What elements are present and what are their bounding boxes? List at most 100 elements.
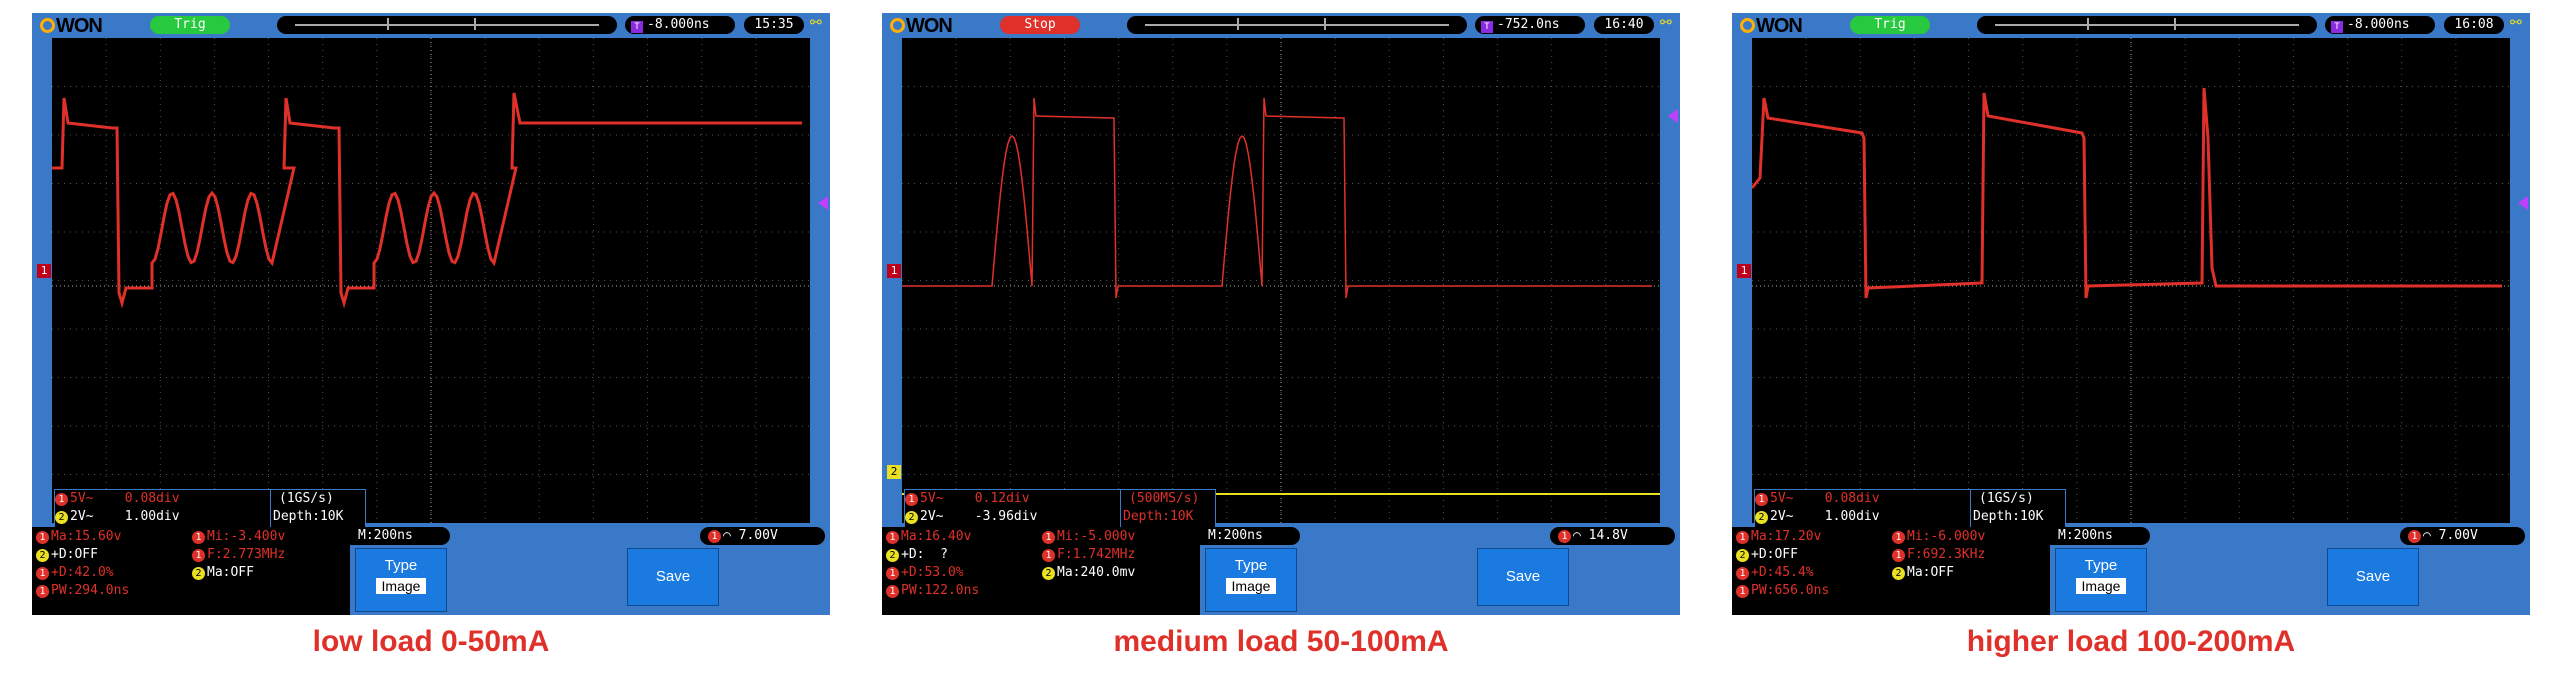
measure-pulse-width-ch1: 1 PW:656.0ns: [1736, 583, 1829, 599]
panel-caption: low load 0-50mA: [312, 625, 550, 658]
ch2-info-row: 2 2V~ -3.96div: [905, 508, 1120, 526]
waveform-grid: [902, 38, 1660, 523]
measurement-panel: 1 Ma:16.40v 1 Mi:-5.000v 2 +D: ? 1 F:1.742MH…: [882, 527, 1200, 615]
waveform-svg: [52, 38, 810, 523]
trigger-level-readout: 1 ⌒ 14.8V: [1550, 527, 1675, 545]
memory-depth: Depth:10K: [273, 509, 344, 524]
ch2-badge-icon: 2: [1755, 511, 1768, 524]
trigger-offset-value: -8.000ns: [2347, 17, 2410, 32]
waveform-svg: [1752, 38, 2510, 523]
clock: 16:40: [1594, 16, 1654, 34]
ch1-level-marker-icon[interactable]: 1: [1737, 264, 1751, 278]
trigger-level-marker-icon[interactable]: [818, 196, 828, 210]
sample-rate: (1GS/s): [279, 491, 334, 506]
trigger-offset-readout: T -8.000ns: [2325, 16, 2435, 34]
ch1-badge-icon: 1: [905, 493, 918, 506]
brand-logo: WON: [890, 15, 953, 38]
rising-edge-icon: ⌒: [2423, 528, 2431, 543]
ch2-info-row: 2 2V~ 1.00div: [1755, 508, 1970, 526]
type-button-value: Image: [375, 578, 427, 594]
timebase-readout: M:200ns: [2050, 527, 2150, 545]
ch1-waveform: [1752, 87, 2502, 299]
acquisition-info: (500MS/s) Depth:10K: [1120, 490, 1213, 528]
measure-max-ch2: 2 Ma:OFF: [1892, 565, 1954, 581]
memory-position-bar[interactable]: [277, 16, 617, 34]
measure-max-ch1: 1 Ma:17.20v: [1736, 529, 1821, 545]
trigger-level-value: 7.00V: [738, 528, 778, 543]
channel-info-box: 1 5V~ 0.08div 2 2V~ 1.00div (1GS/s) Depth:…: [1754, 489, 2066, 529]
measure-duty-ch2: 2 +D:OFF: [1736, 547, 1798, 563]
ch2-level-marker-icon[interactable]: 2: [887, 465, 901, 479]
measure-pulse-width-ch1: 1 PW:122.0ns: [886, 583, 979, 599]
trigger-level-marker-icon[interactable]: [2518, 196, 2528, 210]
trigger-status-badge: Stop: [1000, 16, 1080, 34]
channel-info-box: 1 5V~ 0.08div 2 2V~ 1.00div (1GS/s) Depth:…: [54, 489, 366, 529]
waveform-grid: [52, 38, 810, 523]
usb-icon: ⚯: [810, 15, 822, 31]
trigger-status-badge: Trig: [1850, 16, 1930, 34]
ch1-badge-icon: 1: [1755, 493, 1768, 506]
trigger-level-readout: 1 ⌒ 7.00V: [700, 527, 825, 545]
measure-min-ch1: 1 Mi:-5.000v: [1042, 529, 1135, 545]
save-button[interactable]: Save: [2327, 548, 2419, 606]
sample-rate: (500MS/s): [1129, 491, 1200, 506]
timebase-readout: M:200ns: [350, 527, 450, 545]
measure-freq-ch1: 1 F:692.3KHz: [1892, 547, 1985, 563]
ch1-waveform: [902, 97, 1652, 299]
waveform-svg: [902, 38, 1660, 523]
usb-icon: ⚯: [2510, 15, 2522, 31]
measure-min-ch1: 1 Mi:-3.400v: [192, 529, 285, 545]
measure-max-ch1: 1 Ma:16.40v: [886, 529, 971, 545]
memory-depth: Depth:10K: [1973, 509, 2044, 524]
trigger-offset-value: -8.000ns: [647, 17, 710, 32]
clock: 16:08: [2444, 16, 2504, 34]
ch1-level-marker-icon[interactable]: 1: [37, 264, 51, 278]
oscilloscope-screen: WON Stop T -752.0ns 16:40 ⚯ 1 2 1 5V~ 0.12…: [882, 13, 1680, 615]
top-status-bar: WON Stop T -752.0ns 16:40 ⚯: [882, 13, 1680, 38]
memory-position-bar[interactable]: [1977, 16, 2317, 34]
measure-max-ch1: 1 Ma:15.60v: [36, 529, 121, 545]
type-button[interactable]: Type Image: [355, 548, 447, 612]
rising-edge-icon: ⌒: [1573, 528, 1581, 543]
measure-freq-ch1: 1 F:2.773MHz: [192, 547, 285, 563]
ch2-badge-icon: 2: [905, 511, 918, 524]
measure-duty-ch1: 1 +D:42.0%: [36, 565, 114, 581]
trigger-level-value: 7.00V: [2438, 528, 2478, 543]
trigger-offset-value: -752.0ns: [1497, 17, 1560, 32]
trigger-level-marker-icon[interactable]: [1668, 109, 1678, 123]
top-status-bar: WON Trig T -8.000ns 16:08 ⚯: [1732, 13, 2530, 38]
type-button-value: Image: [2075, 578, 2127, 594]
panel-caption: higher load 100-200mA: [1966, 625, 2296, 658]
trigger-level-value: 14.8V: [1588, 528, 1628, 543]
panel-caption: medium load 50-100mA: [1113, 625, 1449, 658]
memory-position-bar[interactable]: [1127, 16, 1467, 34]
usb-icon: ⚯: [1660, 15, 1672, 31]
ch1-badge-icon: 1: [708, 530, 721, 543]
trigger-level-readout: 1 ⌒ 7.00V: [2400, 527, 2525, 545]
t-marker-icon: T: [1481, 21, 1493, 33]
measure-duty-ch2: 2 +D: ?: [886, 547, 948, 563]
type-button[interactable]: Type Image: [2055, 548, 2147, 612]
type-button-label: Type: [1234, 557, 1268, 574]
t-marker-icon: T: [631, 21, 643, 33]
trigger-status-badge: Trig: [150, 16, 230, 34]
ch1-level-marker-icon[interactable]: 1: [887, 264, 901, 278]
ch1-badge-icon: 1: [1558, 530, 1571, 543]
measurement-panel: 1 Ma:17.20v 1 Mi:-6.000v 2 +D:OFF 1 F:692.3K…: [1732, 527, 2050, 615]
timebase-readout: M:200ns: [1200, 527, 1300, 545]
measure-duty-ch2: 2 +D:OFF: [36, 547, 98, 563]
save-button[interactable]: Save: [1477, 548, 1569, 606]
measure-pulse-width-ch1: 1 PW:294.0ns: [36, 583, 129, 599]
measure-duty-ch1: 1 +D:53.0%: [886, 565, 964, 581]
type-button-label: Type: [384, 557, 418, 574]
measure-min-ch1: 1 Mi:-6.000v: [1892, 529, 1985, 545]
type-button-value: Image: [1225, 578, 1277, 594]
t-marker-icon: T: [2331, 21, 2343, 33]
save-button[interactable]: Save: [627, 548, 719, 606]
measure-max-ch2: 2 Ma:240.0mv: [1042, 565, 1135, 581]
trigger-offset-readout: T -8.000ns: [625, 16, 735, 34]
type-button[interactable]: Type Image: [1205, 548, 1297, 612]
ch1-info-row: 1 5V~ 0.08div: [1755, 490, 1970, 508]
oscilloscope-screen: WON Trig T -8.000ns 16:08 ⚯ 1 1 5V~ 0.08di…: [1732, 13, 2530, 615]
measure-max-ch2: 2 Ma:OFF: [192, 565, 254, 581]
